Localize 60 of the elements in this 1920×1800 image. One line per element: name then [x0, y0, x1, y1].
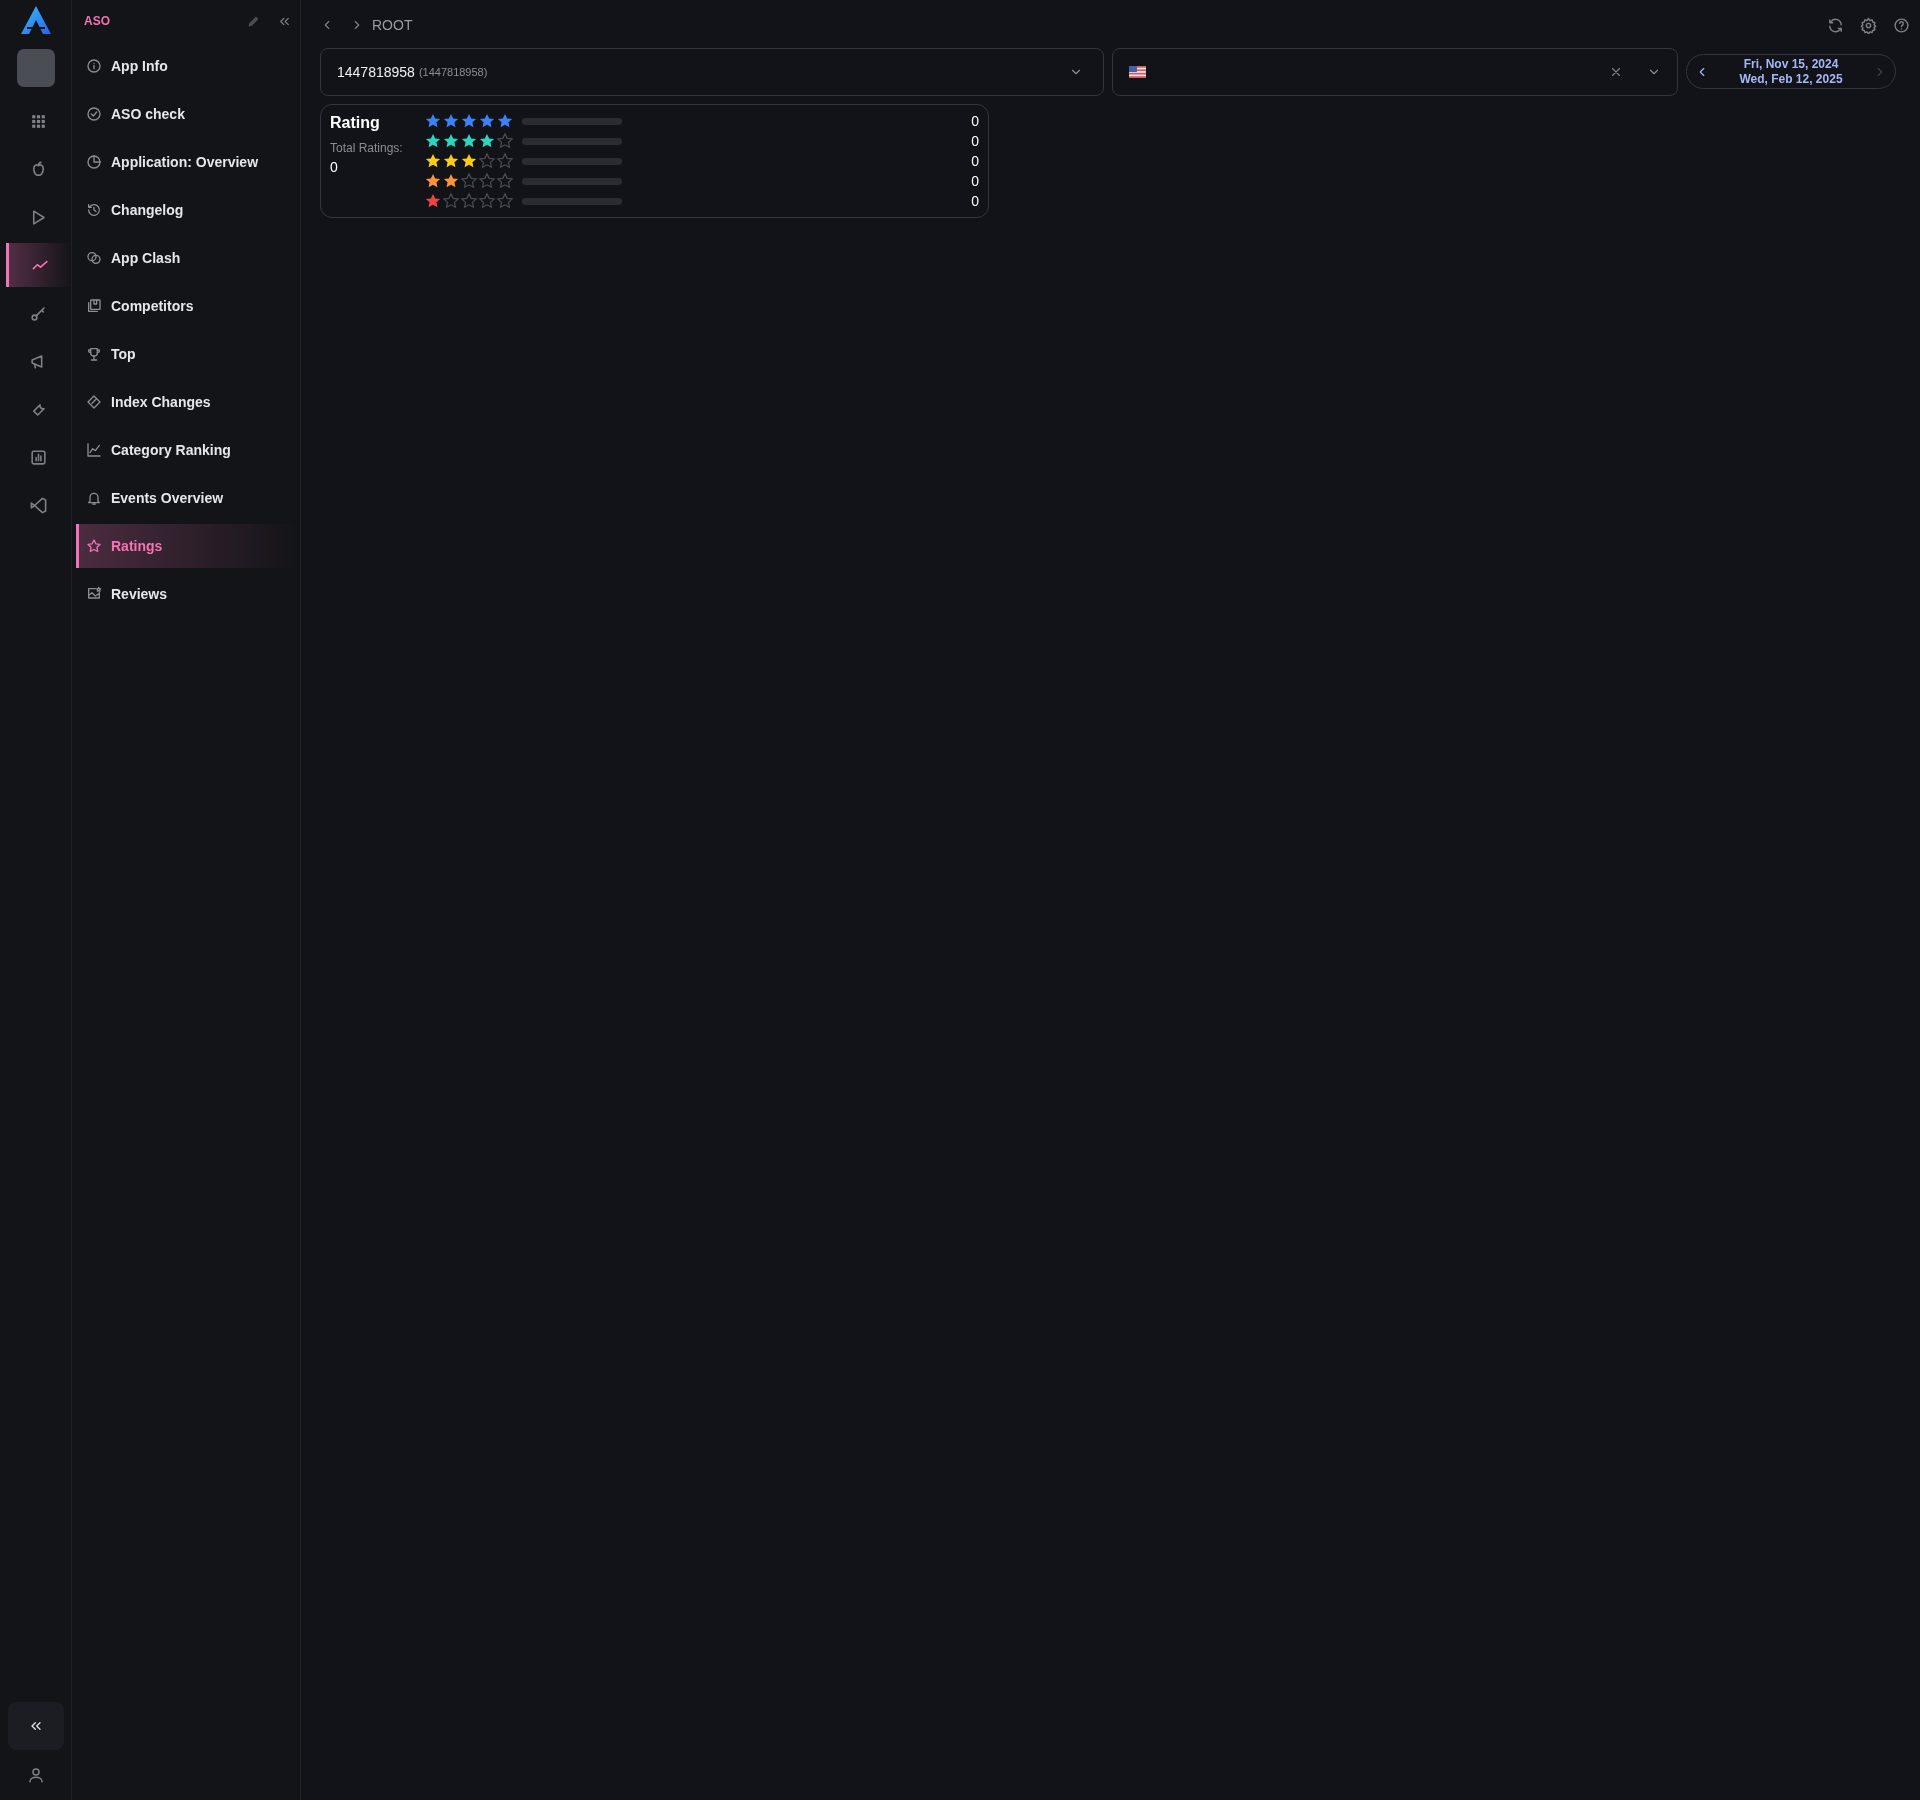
- end-date: Wed, Feb 12, 2025: [1738, 71, 1844, 87]
- sidebar-item[interactable]: Reviews: [76, 572, 296, 616]
- sidebar-item[interactable]: Index Changes: [76, 380, 296, 424]
- section-title: ASO: [84, 13, 110, 30]
- clear-button[interactable]: [1609, 65, 1623, 79]
- sidebar-item[interactable]: Category Ranking: [76, 428, 296, 472]
- pie-chart-icon: [86, 154, 102, 170]
- help-button[interactable]: [1893, 16, 1910, 34]
- refresh-button[interactable]: [1827, 16, 1844, 34]
- tag-icon: [86, 394, 102, 410]
- rail-nav-button[interactable]: [5, 243, 72, 287]
- star-icon: [496, 152, 514, 170]
- star-icon: [442, 192, 460, 210]
- sidebar-item[interactable]: Application: Overview: [76, 140, 296, 184]
- sidebar-item[interactable]: App Clash: [76, 236, 296, 280]
- sidebar-item[interactable]: Top: [76, 332, 296, 376]
- overlap-circles-icon: [86, 250, 102, 266]
- rating-count: 0: [971, 151, 979, 171]
- sidebar-item[interactable]: App Info: [76, 44, 296, 88]
- settings-button[interactable]: [1860, 16, 1877, 34]
- info-icon: [86, 58, 102, 74]
- start-date: Fri, Nov 15, 2024: [1742, 56, 1840, 72]
- trophy-icon: [86, 346, 102, 362]
- logo-icon[interactable]: [20, 6, 51, 34]
- star-icon: [86, 538, 102, 554]
- star-icon: [496, 172, 514, 190]
- star-icon: [478, 152, 496, 170]
- star-icon: [496, 192, 514, 210]
- sidebar-item[interactable]: Events Overview: [76, 476, 296, 520]
- bell-icon: [86, 490, 102, 506]
- breadcrumb[interactable]: ROOT: [372, 14, 413, 36]
- star-icon: [478, 192, 496, 210]
- close-icon: [1609, 65, 1623, 79]
- star-icon: [460, 192, 478, 210]
- rating-count: 0: [971, 111, 979, 131]
- card-title: Rating: [330, 113, 381, 133]
- rating-count: 0: [971, 131, 979, 151]
- line-chart-icon: [86, 442, 102, 458]
- total-ratings-value: 0: [330, 158, 339, 177]
- settings-icon: [1860, 16, 1877, 34]
- total-ratings-label: Total Ratings:: [330, 140, 404, 157]
- sidebar-item[interactable]: Competitors: [76, 284, 296, 328]
- sidebar-item[interactable]: ASO check: [76, 92, 296, 136]
- star-icon: [496, 132, 514, 150]
- refresh-icon: [1827, 16, 1844, 34]
- user-icon: [26, 1766, 45, 1784]
- star-icon: [460, 172, 478, 190]
- check-circle-icon: [86, 106, 102, 122]
- sidebar-item[interactable]: Changelog: [76, 188, 296, 232]
- bar-chart-icon: [29, 447, 48, 467]
- stacked-frames-icon: [86, 298, 102, 314]
- rating-count: 0: [971, 171, 979, 191]
- avatar-placeholder[interactable]: [16, 49, 55, 87]
- star-icon: [478, 172, 496, 190]
- history-icon: [86, 202, 102, 218]
- user-button[interactable]: [26, 1766, 45, 1784]
- help-icon: [1893, 16, 1910, 34]
- flag-icon: [1129, 66, 1146, 78]
- app-select[interactable]: 1447818958 (1447818958): [320, 48, 1104, 96]
- rating-count: 0: [971, 191, 979, 211]
